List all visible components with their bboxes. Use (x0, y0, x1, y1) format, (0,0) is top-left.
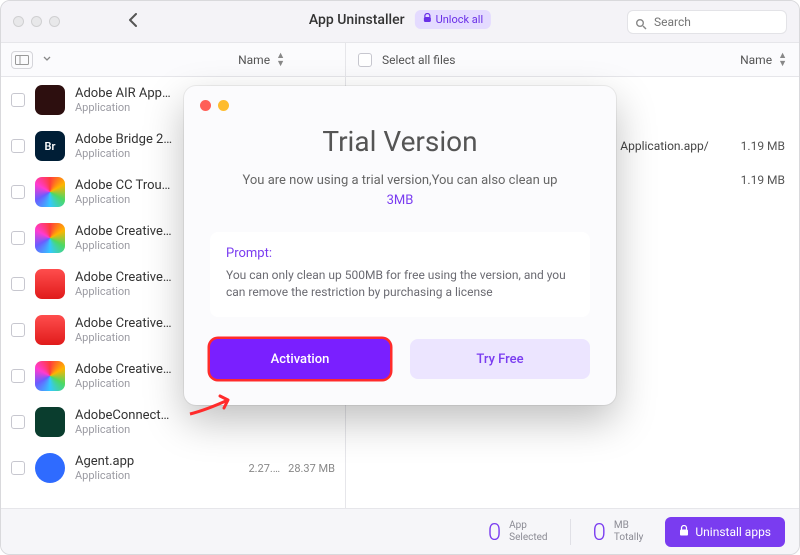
modal-overlay: Trial Version You are now using a trial … (0, 0, 800, 555)
modal-actions: Activation Try Free (210, 339, 590, 379)
modal-window-controls (184, 86, 616, 111)
minimize-icon[interactable] (218, 100, 229, 111)
modal-accent-size: 3MB (184, 192, 616, 210)
close-icon[interactable] (200, 100, 211, 111)
modal-title: Trial Version (184, 125, 616, 158)
activation-button[interactable]: Activation (210, 339, 390, 379)
prompt-text: You can only clean up 500MB for free usi… (226, 267, 574, 301)
modal-subtitle: You are now using a trial version,You ca… (184, 172, 616, 210)
trial-modal: Trial Version You are now using a trial … (184, 86, 616, 405)
prompt-title: Prompt: (226, 246, 574, 261)
prompt-box: Prompt: You can only clean up 500MB for … (210, 232, 590, 317)
try-free-button[interactable]: Try Free (410, 339, 590, 379)
